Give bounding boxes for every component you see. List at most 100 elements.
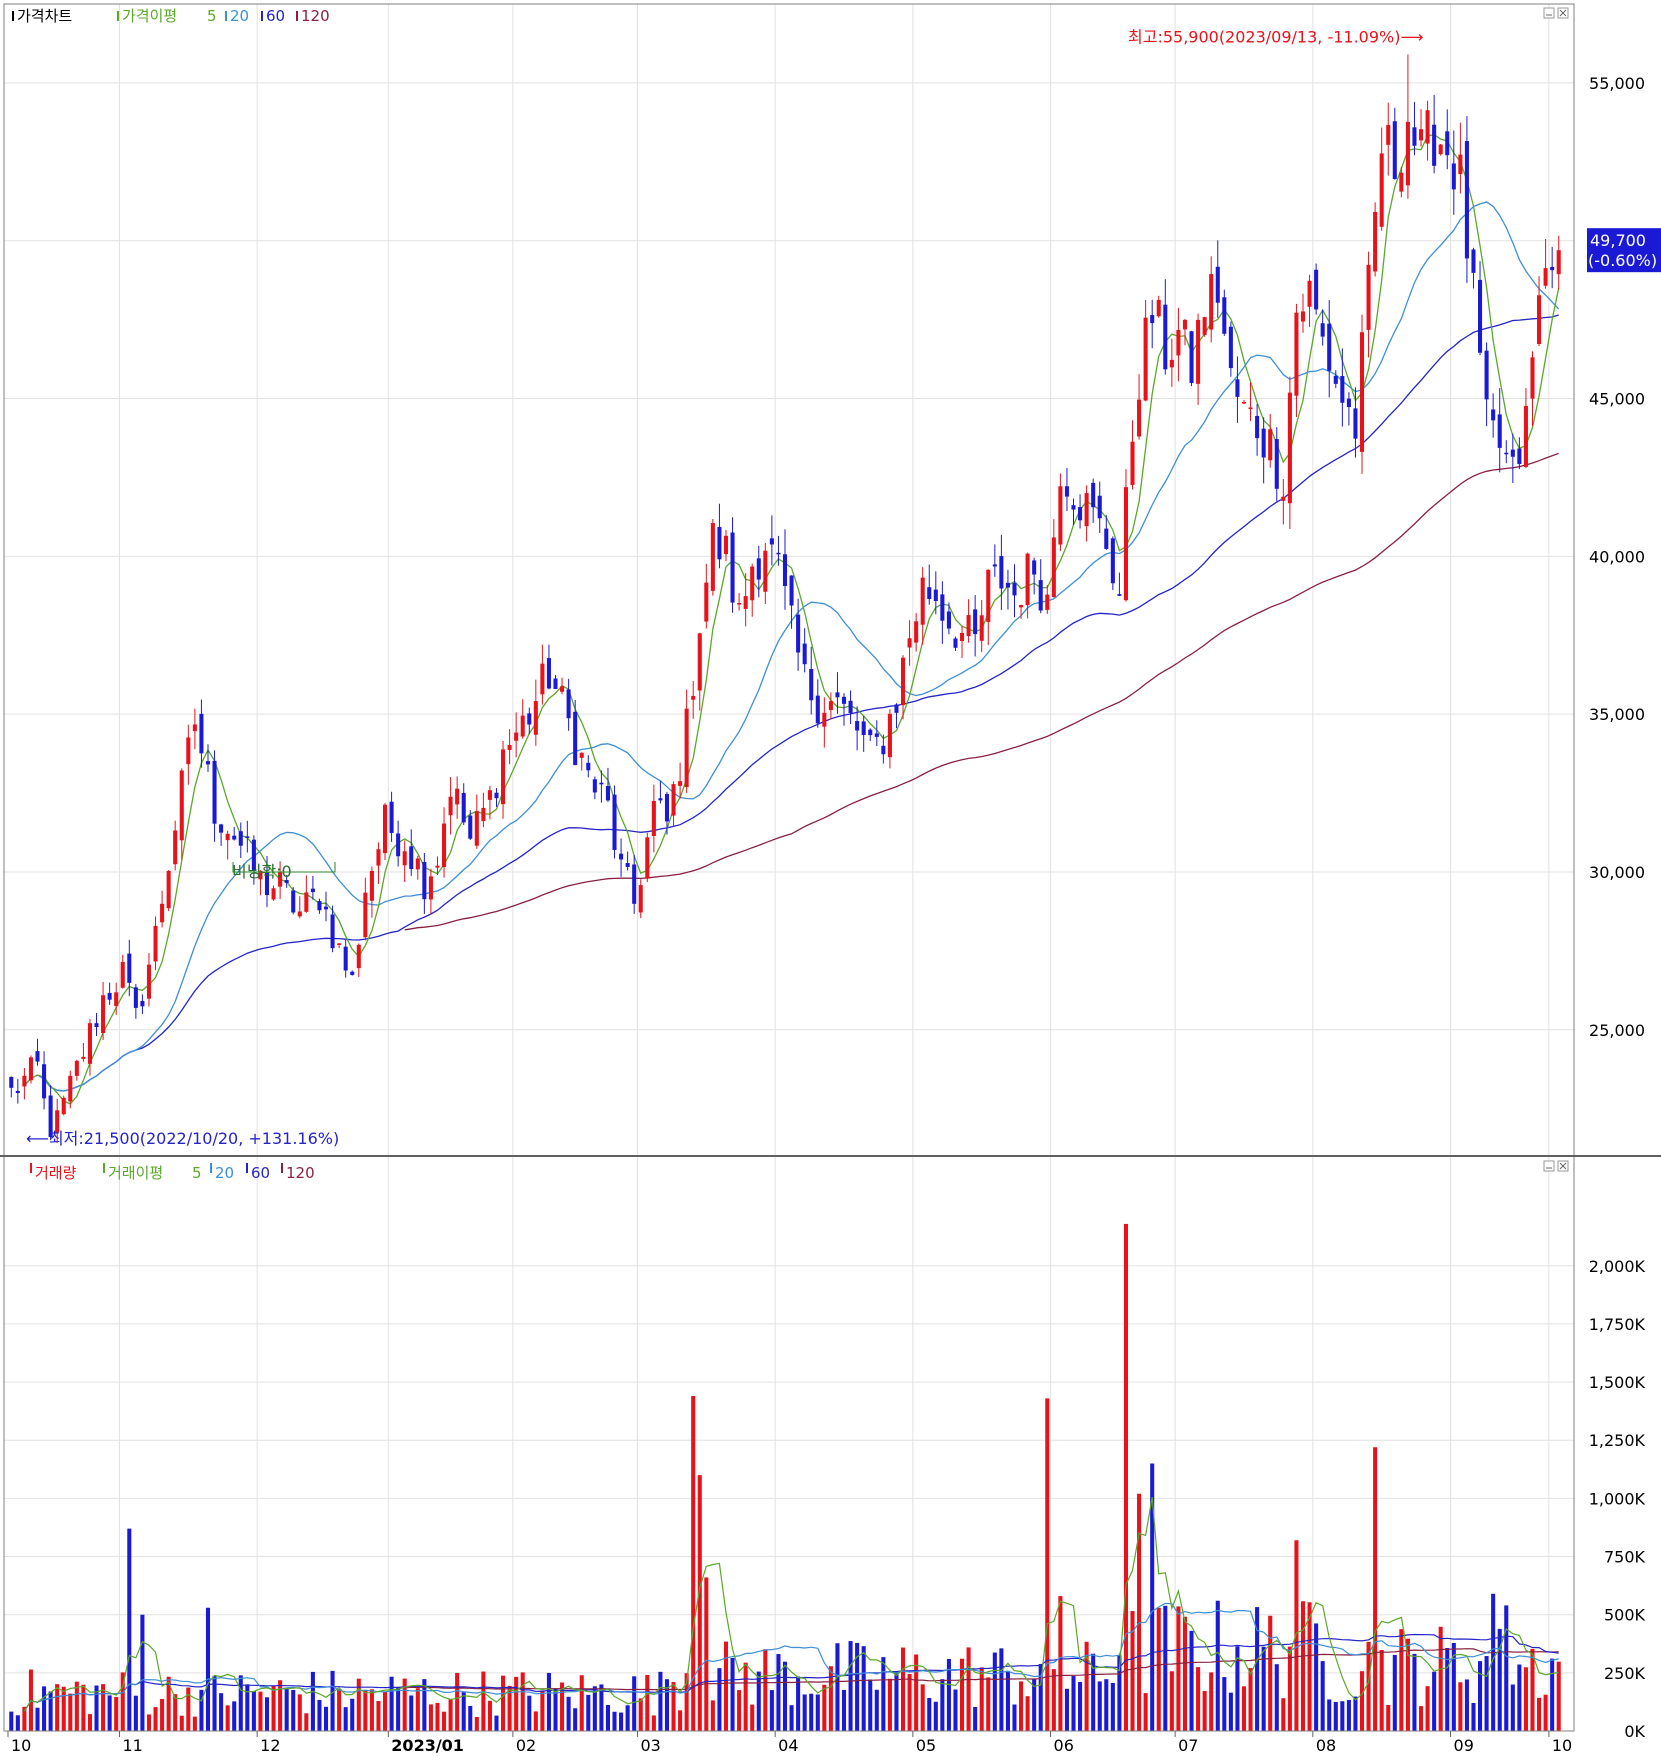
- candle-body: [1550, 266, 1555, 271]
- candle-body: [1425, 110, 1430, 144]
- volume-bar: [1373, 1447, 1378, 1731]
- candle-body: [999, 556, 1004, 589]
- volume-tick-label: 1,750K: [1589, 1315, 1646, 1334]
- volume-bar: [651, 1715, 656, 1731]
- volume-bar: [533, 1711, 538, 1731]
- candle-body: [1340, 376, 1345, 403]
- candle-body: [619, 853, 624, 860]
- candle-body: [1045, 594, 1050, 610]
- candle-body: [835, 692, 840, 698]
- volume-bar: [1484, 1656, 1489, 1731]
- volume-bar: [74, 1681, 79, 1731]
- volume-bar: [1320, 1661, 1325, 1731]
- volume-bar: [442, 1711, 447, 1731]
- volume-bar: [1248, 1668, 1253, 1731]
- volume-bar: [1078, 1681, 1083, 1731]
- candle-body: [133, 987, 138, 1008]
- candle-body: [94, 1023, 99, 1027]
- volume-bar: [546, 1672, 551, 1731]
- x-tick-label: 11: [122, 1736, 142, 1755]
- volume-bar: [573, 1708, 578, 1731]
- volume-bar: [645, 1674, 650, 1731]
- volume-bar: [1471, 1702, 1476, 1731]
- volume-bar: [1523, 1667, 1528, 1731]
- candle-body: [546, 658, 551, 689]
- candle-body: [900, 657, 906, 706]
- legend-price-title: 가격차트: [17, 7, 72, 25]
- volume-bar: [514, 1676, 519, 1731]
- volume-bar: [48, 1691, 53, 1731]
- volume-bar: [566, 1696, 571, 1731]
- candle-body: [638, 885, 643, 913]
- candle-body: [1117, 594, 1122, 596]
- candle-body: [1209, 274, 1214, 330]
- candle-body: [560, 686, 565, 692]
- volume-bar: [468, 1705, 473, 1731]
- candle-body: [933, 589, 938, 602]
- candle-body: [920, 577, 925, 625]
- candle-body: [1497, 414, 1502, 448]
- volume-bar: [822, 1684, 827, 1731]
- volume-bar: [632, 1676, 637, 1731]
- candle-body: [874, 733, 879, 737]
- candle-body: [1471, 249, 1476, 273]
- volume-bar: [1340, 1701, 1345, 1731]
- volume-bar: [369, 1689, 374, 1731]
- volume-bar: [192, 1716, 197, 1731]
- volume-bar: [1432, 1671, 1437, 1731]
- volume-bar: [1281, 1698, 1286, 1731]
- volume-tick-label: 1,000K: [1589, 1489, 1646, 1508]
- price-tick-label: 35,000: [1589, 705, 1645, 724]
- volume-bar: [107, 1695, 112, 1731]
- candle-body: [107, 992, 112, 1000]
- volume-bar: [219, 1693, 224, 1731]
- legend-vol-ma60: 60: [251, 1164, 270, 1182]
- volume-bar: [1274, 1664, 1279, 1731]
- volume-bar: [173, 1694, 178, 1731]
- volume-bar: [940, 1679, 945, 1731]
- candle-body: [304, 892, 309, 912]
- volume-bar: [297, 1694, 302, 1731]
- volume-bar: [304, 1713, 309, 1731]
- candle-body: [822, 712, 827, 727]
- candle-body: [448, 796, 453, 816]
- candle-body: [179, 770, 184, 841]
- candle-body: [9, 1076, 14, 1088]
- volume-bar: [205, 1607, 211, 1731]
- x-tick-label: 02: [516, 1736, 536, 1755]
- candle-body: [1071, 505, 1076, 510]
- legend-volume-ma-label: 거래이평: [108, 1164, 163, 1182]
- volume-bar: [933, 1701, 938, 1731]
- volume-bar: [1327, 1699, 1332, 1731]
- volume-bar: [1104, 1679, 1109, 1731]
- volume-tick-label: 0K: [1624, 1722, 1645, 1741]
- candle-body: [1399, 172, 1404, 192]
- volume-bar: [382, 1691, 388, 1731]
- volume-bar: [579, 1675, 584, 1731]
- candle-body: [310, 888, 315, 893]
- volume-bar: [789, 1705, 794, 1731]
- volume-bar: [874, 1689, 879, 1731]
- candle-body: [455, 788, 460, 805]
- candle-body: [1097, 495, 1102, 519]
- candle-body: [1222, 297, 1227, 334]
- candle-body: [914, 621, 919, 643]
- candle-body: [599, 782, 604, 785]
- volume-bar: [1543, 1694, 1548, 1731]
- candle-body: [501, 749, 506, 805]
- candle-body: [337, 943, 342, 945]
- candle-body: [1517, 448, 1522, 465]
- minimize-icon[interactable]: [1543, 7, 1555, 19]
- candle-body: [461, 792, 466, 823]
- legend-ma60: 60: [266, 7, 285, 25]
- candle-body: [1537, 295, 1542, 344]
- candle-body: [297, 911, 302, 917]
- candle-body: [782, 554, 788, 586]
- candle-body: [966, 615, 971, 637]
- volume-bar: [710, 1700, 715, 1731]
- candle-body: [507, 745, 512, 750]
- volume-bar: [1366, 1641, 1371, 1731]
- x-tick-label: 03: [640, 1736, 660, 1755]
- minimize-icon[interactable]: [1543, 1160, 1555, 1172]
- price-tick-label: 40,000: [1589, 547, 1645, 566]
